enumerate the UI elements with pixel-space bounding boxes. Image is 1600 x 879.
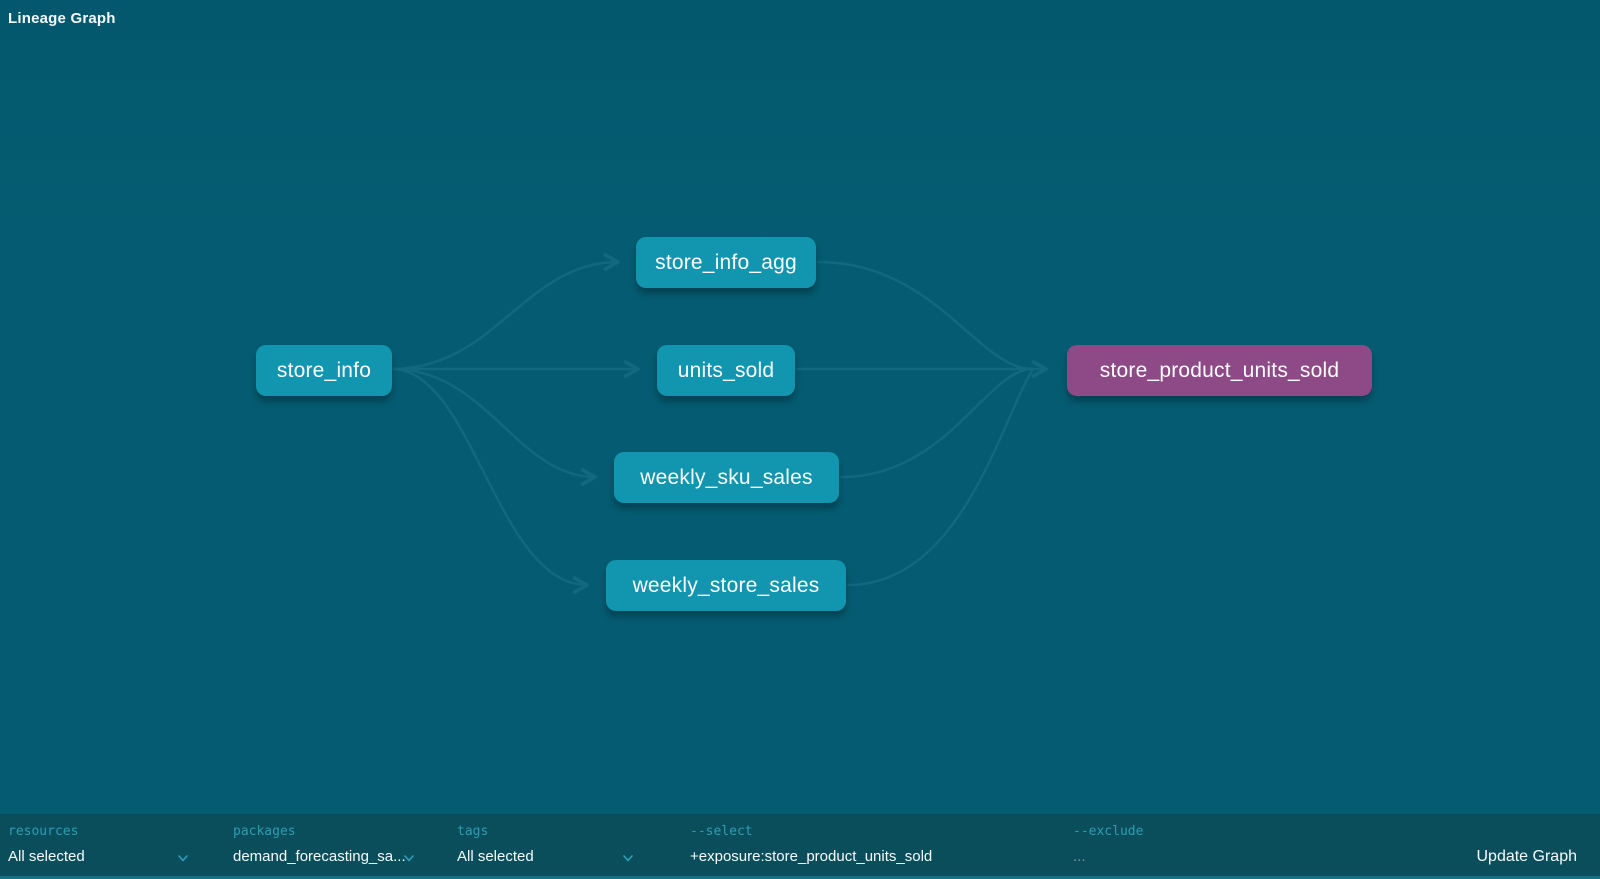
select-input-field[interactable]: --select +exposure:store_product_units_s… [690,814,1020,876]
packages-select[interactable]: packages demand_forecasting_sa... [233,814,416,876]
tags-select[interactable]: tags All selected [457,814,637,876]
node-weekly-sku-sales[interactable]: weekly_sku_sales [614,452,839,503]
lineage-canvas[interactable]: Lineage Graph store_info store_info_agg … [0,0,1600,814]
packages-label: packages [233,824,296,839]
tags-value[interactable]: All selected [457,848,534,865]
node-units-sold[interactable]: units_sold [657,345,795,396]
node-store-product-units-sold[interactable]: store_product_units_sold [1067,345,1372,396]
edge-store-info-to-weekly-store-sales [392,369,587,585]
packages-value[interactable]: demand_forecasting_sa... [233,848,406,865]
page-title: Lineage Graph [8,10,116,27]
chevron-down-icon[interactable] [621,851,635,865]
node-store-info-agg[interactable]: store_info_agg [636,237,816,288]
chevron-down-icon[interactable] [176,851,190,865]
node-store-info[interactable]: store_info [256,345,392,396]
resources-label: resources [8,824,78,839]
edge-store-info-agg-to-exposure [818,262,1032,369]
resources-select[interactable]: resources All selected [8,814,193,876]
resources-value[interactable]: All selected [8,848,85,865]
edge-weekly-store-sales-to-exposure [848,371,1032,585]
edge-store-info-to-store-info-agg [392,262,618,369]
exclude-input[interactable]: ... [1073,848,1086,865]
exclude-input-field[interactable]: --exclude ... [1073,814,1273,876]
select-label: --select [690,824,753,839]
tags-label: tags [457,824,488,839]
node-weekly-store-sales[interactable]: weekly_store_sales [606,560,846,611]
edge-store-info-to-weekly-sku-sales [392,369,595,477]
chevron-down-icon[interactable] [402,851,416,865]
exclude-label: --exclude [1073,824,1143,839]
select-input[interactable]: +exposure:store_product_units_sold [690,848,932,865]
graph-filter-toolbar: resources All selected packages demand_f… [0,814,1600,879]
lineage-edges [0,0,1600,814]
update-graph-button[interactable]: Update Graph [1476,848,1577,866]
edge-weekly-sku-sales-to-exposure [841,369,1032,477]
